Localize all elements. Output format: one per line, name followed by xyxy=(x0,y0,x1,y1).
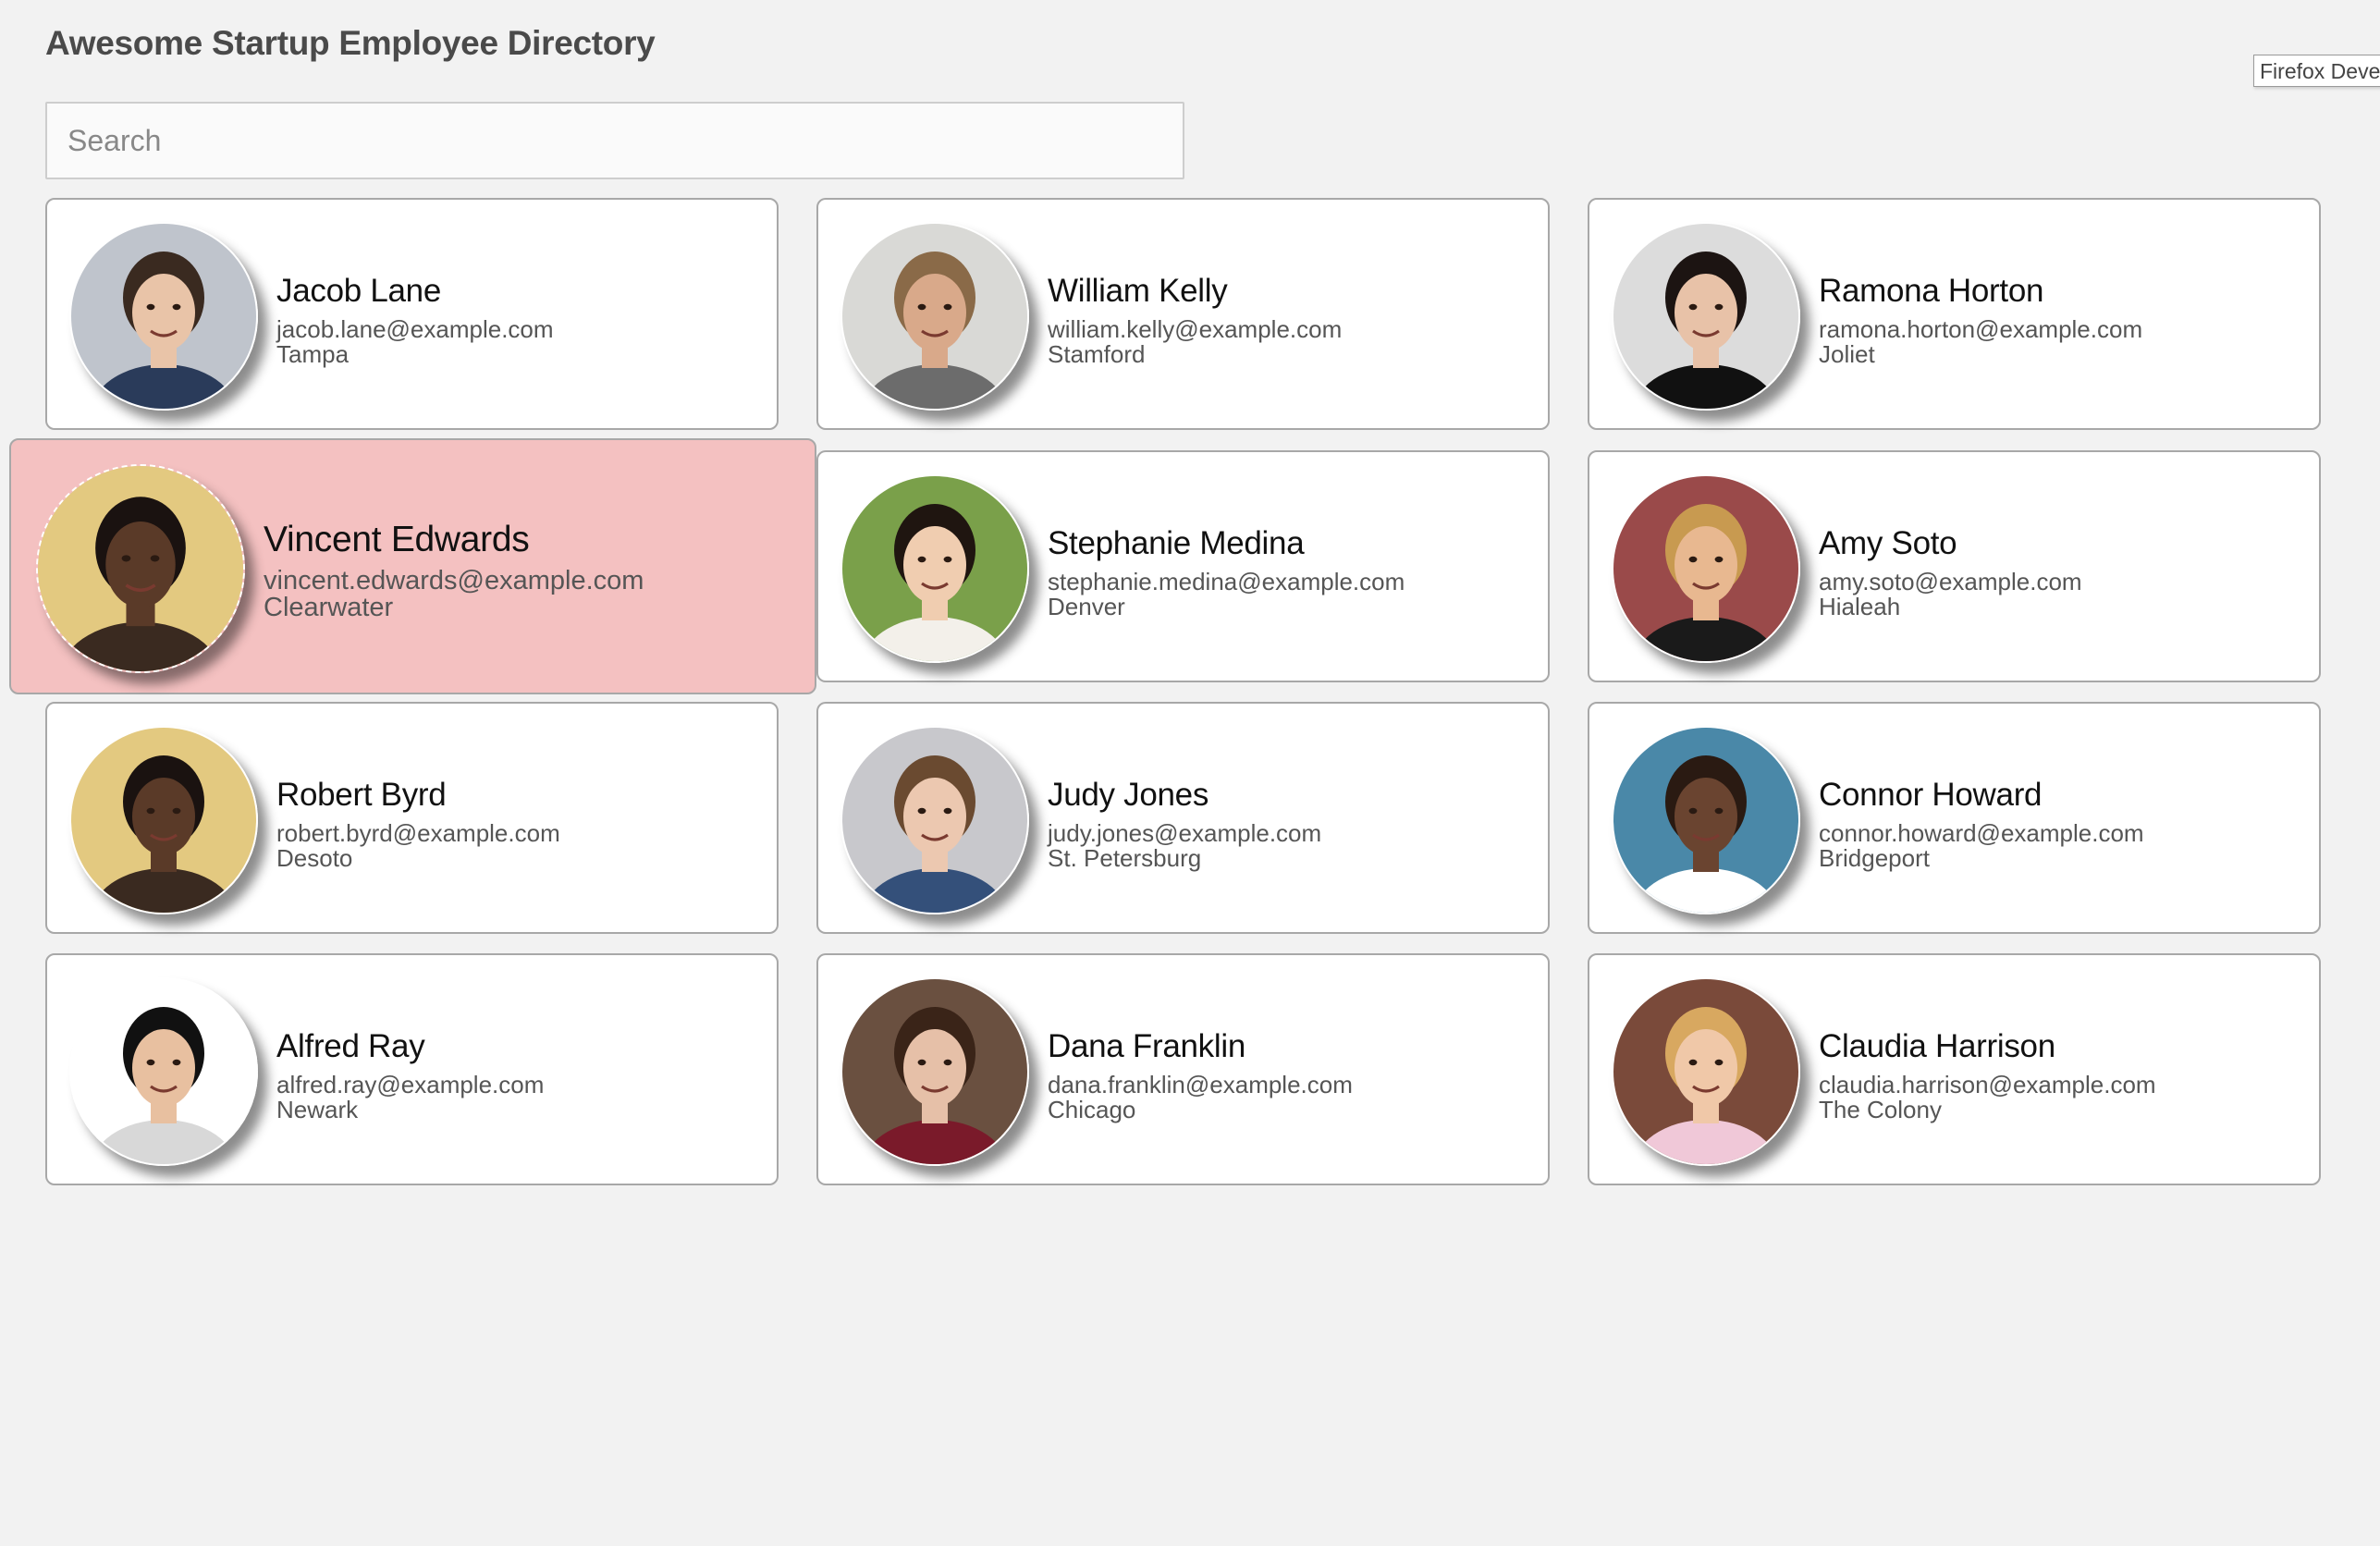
employee-name: Ramona Horton xyxy=(1819,273,2044,309)
employee-city: Chicago xyxy=(1048,1096,1136,1123)
avatar xyxy=(36,464,245,673)
employee-info: Dana Franklin dana.franklin@example.com … xyxy=(1048,1028,1353,1123)
avatar xyxy=(69,222,258,411)
avatar xyxy=(1612,977,1800,1166)
page-title: Awesome Startup Employee Directory xyxy=(45,24,656,62)
avatar-photo-icon xyxy=(1613,224,1798,409)
employee-info: Connor Howard connor.howard@example.com … xyxy=(1819,777,2144,871)
employee-name: Amy Soto xyxy=(1819,525,1957,561)
employee-card[interactable]: Alfred Ray alfred.ray@example.com Newark xyxy=(45,953,779,1185)
employee-info: Jacob Lane jacob.lane@example.com Tampa xyxy=(276,273,554,367)
employee-info: William Kelly william.kelly@example.com … xyxy=(1048,273,1342,367)
avatar-photo-icon xyxy=(842,728,1027,913)
avatar-photo-icon xyxy=(842,476,1027,661)
employee-email: ramona.horton@example.com xyxy=(1819,315,2143,343)
avatar xyxy=(840,726,1029,914)
avatar xyxy=(840,474,1029,663)
employee-name: Connor Howard xyxy=(1819,777,2043,813)
employee-email: william.kelly@example.com xyxy=(1048,315,1343,343)
employee-name: William Kelly xyxy=(1048,273,1228,309)
employee-name: Vincent Edwards xyxy=(264,520,530,559)
avatar-photo-icon xyxy=(1613,476,1798,661)
avatar xyxy=(69,726,258,914)
employee-name: Robert Byrd xyxy=(276,777,447,813)
employee-email: vincent.edwards@example.com xyxy=(264,566,644,595)
employee-card[interactable]: Dana Franklin dana.franklin@example.com … xyxy=(816,953,1550,1185)
avatar xyxy=(69,977,258,1166)
employee-name: Judy Jones xyxy=(1048,777,1209,813)
employee-email: alfred.ray@example.com xyxy=(276,1071,545,1098)
avatar-photo-icon xyxy=(71,979,256,1164)
employee-name: Dana Franklin xyxy=(1048,1028,1245,1064)
employee-card[interactable]: Ramona Horton ramona.horton@example.com … xyxy=(1588,198,2321,430)
employee-email: judy.jones@example.com xyxy=(1048,819,1322,847)
employee-name: Jacob Lane xyxy=(276,273,441,309)
employee-card[interactable]: Stephanie Medina stephanie.medina@exampl… xyxy=(816,450,1550,682)
avatar-photo-icon xyxy=(38,466,243,671)
avatar-photo-icon xyxy=(1613,728,1798,913)
search-input[interactable] xyxy=(45,102,1184,179)
browser-badge: Firefox Deve xyxy=(2253,55,2380,87)
avatar xyxy=(840,222,1029,411)
employee-email: connor.howard@example.com xyxy=(1819,819,2144,847)
employee-city: Stamford xyxy=(1048,340,1146,368)
employee-city: Tampa xyxy=(276,340,350,368)
avatar-photo-icon xyxy=(842,224,1027,409)
avatar-photo-icon xyxy=(71,224,256,409)
employee-email: stephanie.medina@example.com xyxy=(1048,568,1405,595)
employee-info: Amy Soto amy.soto@example.com Hialeah xyxy=(1819,525,2082,620)
employee-card[interactable]: William Kelly william.kelly@example.com … xyxy=(816,198,1550,430)
employee-city: Newark xyxy=(276,1096,359,1123)
employee-name: Alfred Ray xyxy=(276,1028,425,1064)
employee-email: claudia.harrison@example.com xyxy=(1819,1071,2156,1098)
employee-city: Bridgeport xyxy=(1819,844,1930,872)
employee-info: Vincent Edwards vincent.edwards@example.… xyxy=(264,520,644,621)
employee-card[interactable]: Jacob Lane jacob.lane@example.com Tampa xyxy=(45,198,779,430)
employee-name: Claudia Harrison xyxy=(1819,1028,2055,1064)
employee-email: amy.soto@example.com xyxy=(1819,568,2082,595)
avatar xyxy=(1612,474,1800,663)
employee-info: Stephanie Medina stephanie.medina@exampl… xyxy=(1048,525,1405,620)
employee-city: Clearwater xyxy=(264,593,394,622)
employee-city: Joliet xyxy=(1819,340,1875,368)
employee-city: Denver xyxy=(1048,593,1125,620)
avatar xyxy=(1612,222,1800,411)
employee-name: Stephanie Medina xyxy=(1048,525,1305,561)
employee-card[interactable]: Connor Howard connor.howard@example.com … xyxy=(1588,702,2321,934)
employee-card[interactable]: Judy Jones judy.jones@example.com St. Pe… xyxy=(816,702,1550,934)
employee-email: jacob.lane@example.com xyxy=(276,315,554,343)
employee-info: Ramona Horton ramona.horton@example.com … xyxy=(1819,273,2142,367)
employee-city: The Colony xyxy=(1819,1096,1942,1123)
avatar xyxy=(1612,726,1800,914)
employee-info: Alfred Ray alfred.ray@example.com Newark xyxy=(276,1028,544,1123)
employee-card-highlighted[interactable]: Vincent Edwards vincent.edwards@example.… xyxy=(9,438,816,694)
employee-city: Desoto xyxy=(276,844,353,872)
avatar-photo-icon xyxy=(842,979,1027,1164)
employee-info: Robert Byrd robert.byrd@example.com Deso… xyxy=(276,777,560,871)
employee-city: Hialeah xyxy=(1819,593,1901,620)
employee-card[interactable]: Claudia Harrison claudia.harrison@exampl… xyxy=(1588,953,2321,1185)
employee-email: dana.franklin@example.com xyxy=(1048,1071,1353,1098)
employee-city: St. Petersburg xyxy=(1048,844,1202,872)
employee-email: robert.byrd@example.com xyxy=(276,819,560,847)
employee-card[interactable]: Robert Byrd robert.byrd@example.com Deso… xyxy=(45,702,779,934)
avatar-photo-icon xyxy=(1613,979,1798,1164)
employee-info: Claudia Harrison claudia.harrison@exampl… xyxy=(1819,1028,2156,1123)
employee-card[interactable]: Amy Soto amy.soto@example.com Hialeah xyxy=(1588,450,2321,682)
avatar-photo-icon xyxy=(71,728,256,913)
avatar xyxy=(840,977,1029,1166)
employee-info: Judy Jones judy.jones@example.com St. Pe… xyxy=(1048,777,1321,871)
